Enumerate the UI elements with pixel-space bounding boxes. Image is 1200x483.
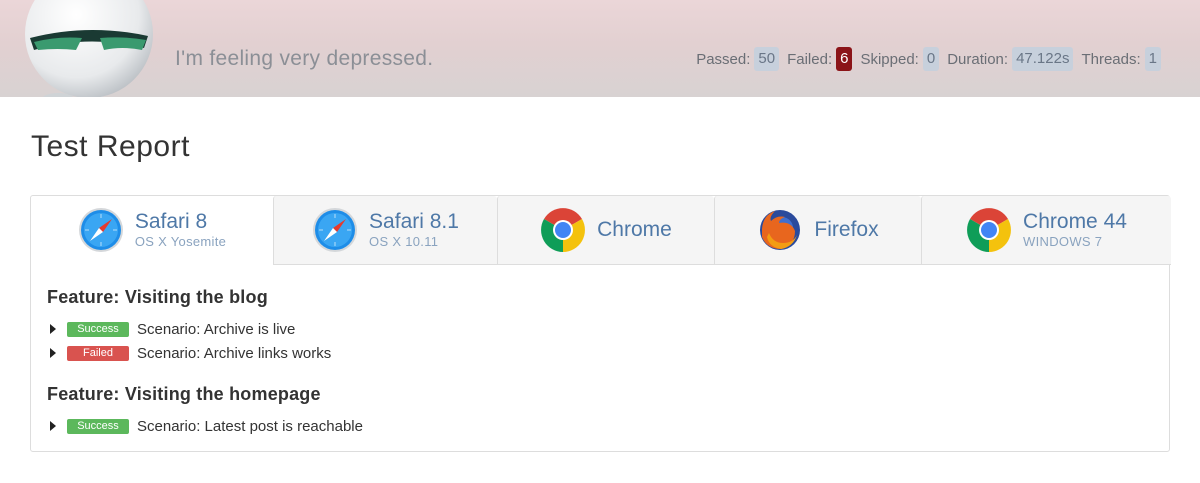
tab-safari-8-1[interactable]: Safari 8.1 OS X 10.11 <box>273 196 497 265</box>
failed-count-badge: 6 <box>836 47 853 71</box>
scenario-text: Scenario: Archive is live <box>137 320 296 338</box>
failed-label: Failed: <box>787 50 833 68</box>
tab-browser-name: Safari 8.1 <box>369 210 459 233</box>
tab-os-name: OS X Yosemite <box>134 234 227 249</box>
status-badge: Success <box>67 418 129 434</box>
page-title: Test Report <box>31 130 190 163</box>
skipped-label: Skipped: <box>860 50 919 68</box>
duration-label: Duration: <box>947 50 1009 68</box>
tab-browser-name: Chrome <box>597 218 672 241</box>
tab-os-name: OS X 10.11 <box>369 234 439 249</box>
feature-block: Feature: Visiting the homepage Success S… <box>47 384 1147 438</box>
tagline: I'm feeling very depressed. <box>175 47 434 70</box>
tab-chrome-44[interactable]: Chrome 44 WINDOWS 7 <box>921 196 1171 265</box>
status-badge: Success <box>67 321 129 337</box>
report-header: I'm feeling very depressed. Passed: 50 F… <box>0 0 1200 97</box>
tab-browser-name: Chrome 44 <box>1023 210 1127 233</box>
threads-label: Threads: <box>1081 50 1141 68</box>
scenario-row[interactable]: Success Scenario: Archive is live <box>47 317 1147 341</box>
threads-count-badge: 1 <box>1144 47 1161 71</box>
duration-badge: 47.122s <box>1012 47 1074 71</box>
expand-caret-icon[interactable] <box>50 421 56 431</box>
scenario-text: Scenario: Archive links works <box>137 344 332 362</box>
skipped-count-badge: 0 <box>922 47 940 71</box>
robot-mascot-icon <box>25 0 153 97</box>
chrome-icon <box>967 208 1011 252</box>
browser-tabs: Safari 8 OS X Yosemite Safari 8.1 OS X 1… <box>31 196 1171 265</box>
chrome-icon <box>541 208 586 252</box>
tab-browser-name: Safari 8 <box>134 210 208 233</box>
browser-results-panel: Safari 8 OS X Yosemite Safari 8.1 OS X 1… <box>30 195 1171 452</box>
safari-icon <box>313 208 358 252</box>
tab-firefox[interactable]: Firefox <box>714 196 921 265</box>
scenario-text: Scenario: Latest post is reachable <box>137 417 363 435</box>
safari-icon <box>78 208 123 252</box>
tab-browser-name: Firefox <box>814 218 879 241</box>
feature-block: Feature: Visiting the blog Success Scena… <box>47 287 1147 365</box>
tab-safari-8[interactable]: Safari 8 OS X Yosemite <box>31 196 273 265</box>
expand-caret-icon[interactable] <box>50 324 56 334</box>
tab-os-name: WINDOWS 7 <box>1023 234 1103 249</box>
status-badge: Failed <box>67 345 129 361</box>
expand-caret-icon[interactable] <box>50 348 56 358</box>
feature-title: Feature: Visiting the homepage <box>47 384 321 404</box>
feature-title: Feature: Visiting the blog <box>47 287 268 307</box>
firefox-icon <box>760 210 801 250</box>
tab-chrome[interactable]: Chrome <box>497 196 714 265</box>
stats-bar: Passed: 50 Failed: 6 Skipped: 0 Duration… <box>696 47 1161 71</box>
passed-label: Passed: <box>696 50 751 68</box>
passed-count-badge: 50 <box>754 47 780 71</box>
tab-content: Feature: Visiting the blog Success Scena… <box>47 287 1147 452</box>
scenario-row[interactable]: Failed Scenario: Archive links works <box>47 341 1147 365</box>
scenario-row[interactable]: Success Scenario: Latest post is reachab… <box>47 414 1147 438</box>
